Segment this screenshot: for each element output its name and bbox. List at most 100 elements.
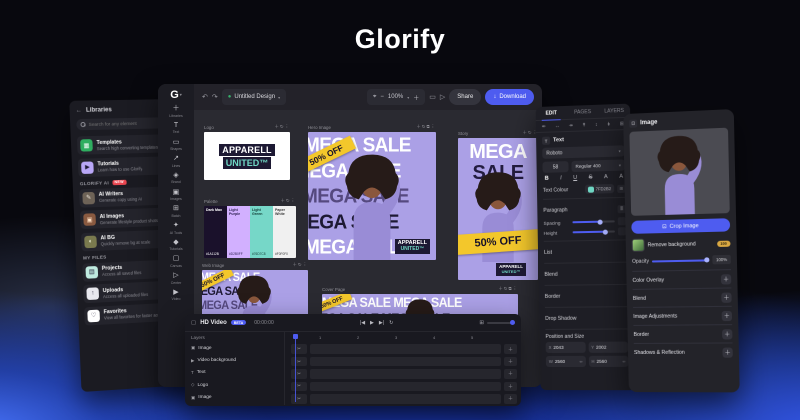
font-size-input[interactable]: 58: [542, 161, 568, 173]
rail-item-text[interactable]: T Text: [173, 122, 179, 135]
layer-row-text[interactable]: T Text: [191, 367, 278, 379]
list-section[interactable]: List: [544, 244, 627, 258]
track-bar[interactable]: [310, 382, 501, 392]
rail-item-video[interactable]: ▶ Video: [172, 289, 181, 302]
artboard-story[interactable]: Story ＋↻⋮ MEGA SALE 50% OFF: [458, 130, 538, 280]
align-top-icon[interactable]: ↟: [582, 122, 586, 128]
back-arrow-icon[interactable]: ←: [76, 108, 82, 114]
uppercase-button[interactable]: A: [604, 174, 608, 180]
y-position-input[interactable]: Y 2002: [588, 342, 628, 353]
track-row[interactable]: ✂ ＋: [291, 380, 517, 392]
image-adjustments-section[interactable]: Image Adjustments ＋: [633, 307, 732, 325]
drop-shadow-section[interactable]: Drop Shadow: [545, 311, 628, 325]
track-bar[interactable]: [310, 344, 501, 354]
x-position-input[interactable]: X 2043: [546, 342, 586, 353]
scissors-icon[interactable]: ✂: [291, 394, 307, 404]
plus-icon[interactable]: ＋: [721, 292, 731, 302]
share-button[interactable]: Share: [449, 89, 481, 105]
height-input[interactable]: H 2560 ∞: [588, 356, 628, 367]
track-bar[interactable]: [310, 394, 501, 404]
plus-icon[interactable]: ＋: [721, 274, 731, 284]
zoom-in-button[interactable]: ＋: [413, 93, 419, 102]
align-right-icon[interactable]: ↠: [569, 122, 573, 128]
play-icon[interactable]: ▷: [440, 93, 445, 101]
align-left-icon[interactable]: ↞: [542, 123, 546, 129]
loop-button[interactable]: ↻: [389, 320, 393, 326]
artboard-hero-image[interactable]: Hero Image ＋↻⧉⋮ MEGA SALE MEGA SALE MEGA…: [308, 124, 436, 260]
align-bottom-icon[interactable]: ↡: [607, 121, 611, 127]
download-button[interactable]: ↓ Download: [485, 89, 534, 105]
rail-item-canvas[interactable]: ▢ Canvas: [170, 255, 182, 268]
shadows-reflection-section[interactable]: Shadows & Reflection ＋: [634, 343, 733, 361]
timeline-tracks[interactable]: 1 2 3 4 5 ✂ ＋ ✂ ＋ ✂ ＋: [285, 332, 521, 405]
font-family-select[interactable]: Roboto ▾: [542, 145, 625, 159]
plus-icon[interactable]: ＋: [722, 310, 732, 320]
spacing-slider[interactable]: Spacing: [543, 217, 626, 227]
layer-row-logo[interactable]: ◇ Logo: [191, 379, 278, 391]
crop-image-button[interactable]: ⊡ Crop Image: [631, 218, 730, 234]
add-clip-button[interactable]: ＋: [504, 357, 517, 367]
zoom-out-button[interactable]: −: [380, 94, 384, 100]
align-center-h-icon[interactable]: ↔: [555, 123, 560, 129]
scissors-icon[interactable]: ✂: [291, 357, 307, 367]
add-clip-button[interactable]: ＋: [504, 382, 517, 392]
artboard-actions[interactable]: ＋↻⋮: [281, 198, 296, 204]
track-bar[interactable]: [310, 369, 501, 379]
font-weight-select[interactable]: Regular 400 ▾: [571, 159, 625, 172]
track-bar[interactable]: [310, 357, 501, 367]
rail-item-batch[interactable]: ⊞ Batch: [172, 205, 181, 218]
lowercase-button[interactable]: A: [619, 174, 623, 180]
tab-pages[interactable]: PAGES: [567, 105, 599, 119]
document-title-pill[interactable]: ● Untitled Design ▾: [222, 89, 286, 105]
underline-button[interactable]: U: [573, 175, 577, 181]
add-clip-button[interactable]: ＋: [504, 369, 517, 379]
artboard-palette[interactable]: Palette ＋↻⋮ Dark Max #1A112B Light Purpl…: [204, 198, 296, 258]
rail-item-ai-tools[interactable]: ✦ AI Tools: [170, 222, 182, 235]
rail-item-brand[interactable]: ◈ Brand: [171, 172, 180, 185]
align-center-v-icon[interactable]: ↕: [595, 121, 598, 127]
width-input[interactable]: W 2560 ∞: [546, 356, 586, 367]
prev-frame-button[interactable]: |◀: [360, 320, 365, 326]
add-clip-button[interactable]: ＋: [504, 394, 517, 404]
artboard-actions[interactable]: ＋↻⋮: [275, 124, 290, 130]
height-slider[interactable]: Height: [544, 227, 627, 237]
text-colour-picker[interactable]: 7FD2B2: [584, 184, 614, 194]
image-preview[interactable]: [629, 128, 729, 216]
tab-edit[interactable]: EDIT: [536, 106, 567, 120]
add-clip-button[interactable]: ＋: [504, 344, 517, 354]
rail-item-lines[interactable]: ↗ Lines: [172, 155, 180, 168]
remove-background-row[interactable]: Remove background 100: [632, 237, 731, 252]
italic-button[interactable]: I: [560, 175, 562, 181]
track-row[interactable]: ✂ ＋: [291, 368, 517, 380]
track-row[interactable]: ✂ ＋: [291, 355, 517, 367]
rail-item-tutorials[interactable]: ◆ Tutorials: [169, 239, 182, 252]
play-button[interactable]: ▶: [370, 320, 374, 326]
next-frame-button[interactable]: ▶|: [379, 320, 384, 326]
rail-item-shapes[interactable]: ▭ Shapes: [170, 139, 182, 152]
artboard-actions[interactable]: ＋↻⋮: [293, 262, 308, 268]
settings-icon[interactable]: ⊞: [479, 320, 484, 326]
scissors-icon[interactable]: ✂: [291, 344, 307, 354]
scissors-icon[interactable]: ✂: [291, 382, 307, 392]
layer-row-video-background[interactable]: ▶ Video background: [191, 354, 278, 366]
strikethrough-button[interactable]: S: [589, 174, 593, 180]
glorify-menu-button[interactable]: G ▾: [170, 89, 182, 101]
blend-section[interactable]: Blend ＋: [633, 288, 732, 306]
comment-icon[interactable]: ▭: [429, 93, 436, 101]
blend-section[interactable]: Blend: [544, 267, 627, 281]
paragraph-section[interactable]: Paragraph ≣: [543, 202, 626, 217]
border-section[interactable]: Border: [545, 289, 628, 303]
plus-icon[interactable]: ＋: [722, 347, 732, 357]
bold-button[interactable]: B: [545, 176, 549, 182]
timeline-zoom-slider[interactable]: ⊞: [479, 320, 515, 326]
rail-item-libraries[interactable]: ＋ Libraries: [169, 105, 182, 118]
redo-icon[interactable]: ↷: [212, 93, 218, 101]
plus-icon[interactable]: ＋: [722, 329, 732, 339]
artboard-actions[interactable]: ＋↻⧉⋮: [416, 124, 436, 130]
track-row[interactable]: ✂ ＋: [291, 343, 517, 355]
layer-row-image[interactable]: ▣ Image: [191, 342, 278, 354]
scissors-icon[interactable]: ✂: [291, 369, 307, 379]
artboard-actions[interactable]: ＋↻⧉⋮: [498, 286, 518, 292]
undo-icon[interactable]: ↶: [202, 93, 208, 101]
fit-screen-icon[interactable]: ⌖: [373, 94, 376, 101]
